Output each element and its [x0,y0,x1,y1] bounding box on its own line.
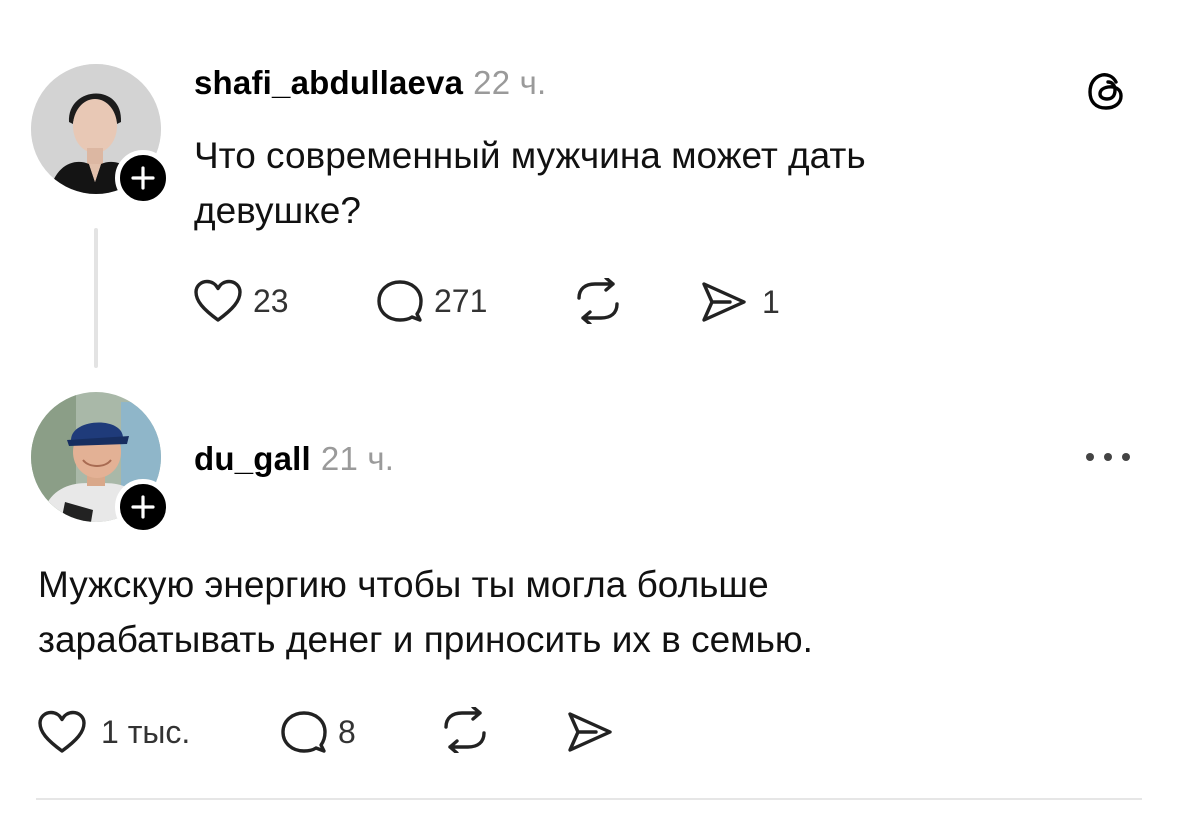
post-username[interactable]: du_gall [194,440,311,477]
send-icon [568,712,612,752]
reply-count: 8 [338,713,356,750]
post-author-header: du_gall 21 ч. [194,440,394,478]
post-author-header: shafi_abdullaeva 22 ч. [194,64,546,102]
comment-icon [281,711,327,753]
comment-icon [377,280,423,322]
follow-button[interactable] [115,479,171,535]
more-options-icon[interactable] [1083,450,1133,469]
heart-icon [38,710,86,753]
share-count: 1 [762,283,780,320]
share-button[interactable] [566,710,614,754]
post-divider [36,798,1142,800]
thread-connector-line [94,228,98,368]
post-timestamp: 22 ч. [473,64,547,101]
plus-icon [131,166,155,190]
like-count: 23 [253,282,289,319]
follow-button[interactable] [115,150,171,206]
post-text: Что современный мужчина может дать девуш… [194,135,866,231]
like-button[interactable]: 1 тыс. [37,710,190,754]
post-username[interactable]: shafi_abdullaeva [194,64,463,101]
reply-button[interactable]: 271 [376,278,487,324]
repost-button[interactable] [573,278,623,324]
plus-icon [131,495,155,519]
repost-button[interactable] [440,707,490,753]
repost-icon [444,707,486,753]
reply-button[interactable]: 8 [280,709,356,755]
like-button[interactable]: 23 [193,279,289,323]
reply-count: 271 [434,282,488,319]
threads-logo-icon[interactable] [1085,70,1129,119]
like-count: 1 тыс. [101,713,191,750]
heart-icon [194,279,242,322]
post-text: Мужскую энергию чтобы ты могла больше за… [38,564,813,660]
repost-icon [577,278,619,324]
send-icon [702,282,746,322]
post-timestamp: 21 ч. [320,440,395,477]
share-button[interactable]: 1 [700,280,780,324]
